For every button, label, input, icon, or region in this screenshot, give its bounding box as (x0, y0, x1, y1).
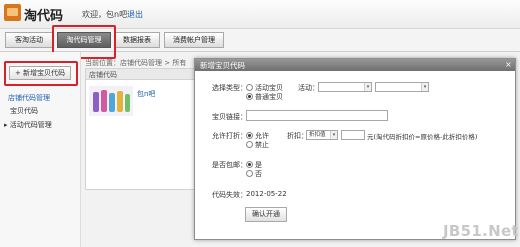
tab-data-report[interactable]: 数据报表 (114, 32, 160, 48)
highlight-box-add (4, 61, 78, 86)
free-shipping-label: 是否包邮： (212, 161, 247, 169)
sidebar-item-item-code[interactable]: 宝贝代码 (10, 106, 38, 116)
logo-icon (4, 4, 21, 21)
dialog-title: 新增宝贝代码 (200, 61, 245, 70)
welcome-text: 欢迎， (82, 10, 106, 19)
username: 包n吧 (106, 10, 128, 19)
product-thumbnail[interactable] (89, 86, 133, 116)
close-icon[interactable]: × (505, 60, 512, 69)
tab-account-management[interactable]: 消费帐户管理 (164, 32, 224, 48)
radio-allow-discount[interactable] (246, 132, 253, 139)
radio-normal-item[interactable] (246, 93, 253, 100)
discount-label: 折扣： (287, 132, 308, 140)
radio-shipping-yes[interactable] (246, 161, 253, 168)
chevron-down-icon: ▾ (330, 131, 337, 139)
activity-label: 活动： (298, 84, 319, 92)
discount-select[interactable]: 折扣值 ▾ (306, 130, 338, 140)
logo-text: 淘代码 (24, 9, 64, 24)
expire-date: 2012-05-22 (246, 190, 287, 198)
panel-title: 店铺代码 (89, 71, 117, 79)
radio-shipping-no-label: 否 (255, 170, 262, 178)
activity-select[interactable]: ▾ (318, 82, 372, 92)
product-thumbnail-label: 包n吧 (137, 90, 156, 98)
select-type-label: 选择类型： (212, 84, 247, 92)
allow-discount-label: 允许打折： (212, 132, 247, 140)
discount-hint: 元(淘代码折扣价=原价格-此折扣价格) (367, 133, 478, 141)
chevron-down-icon: ▾ (421, 83, 428, 91)
radio-forbid-discount[interactable] (246, 141, 253, 148)
watermark: JB51.Net (443, 222, 519, 240)
radio-forbid-discount-label: 禁止 (255, 141, 269, 149)
breadcrumb: 当前位置：店铺代码管理 > 所有 (85, 59, 187, 67)
expire-label: 代码失效： (212, 191, 247, 199)
item-link-input[interactable] (246, 110, 388, 121)
activity-item-select[interactable]: ▾ (375, 82, 429, 92)
sidebar-item-shop-code[interactable]: 店铺代码管理 (8, 93, 50, 103)
radio-normal-item-label: 普通宝贝 (255, 93, 283, 101)
logout-link[interactable]: 退出 (127, 9, 143, 20)
sidebar-item-activity-code[interactable]: ▸ 活动代码管理 (4, 120, 52, 130)
discount-select-value: 折扣值 (309, 132, 326, 138)
radio-activity-item[interactable] (246, 84, 253, 91)
confirm-open-button[interactable]: 确认开通 (245, 207, 287, 222)
radio-shipping-no[interactable] (246, 170, 253, 177)
item-link-label: 宝贝链接： (212, 113, 247, 121)
discount-amount-input[interactable] (341, 130, 365, 140)
tab-promotion[interactable]: 客淘活动 (5, 32, 53, 48)
chevron-down-icon: ▾ (364, 83, 371, 91)
